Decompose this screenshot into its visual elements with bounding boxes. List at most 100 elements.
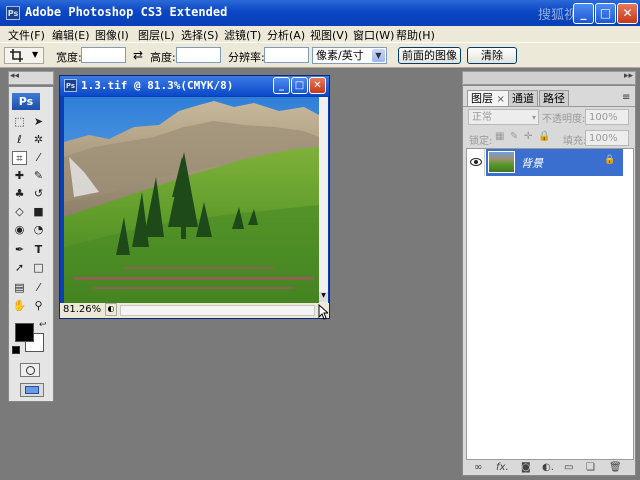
fx-icon[interactable]: fx. [496,462,509,473]
layer-row-background[interactable]: 背景 🔒 [486,149,623,176]
healing-brush-tool-icon[interactable]: ✚ [12,169,27,183]
link-layers-icon[interactable]: ∞ [474,462,482,473]
pen-tool-icon[interactable]: ✒ [12,243,27,257]
crop-tool-icon[interactable]: ⌗ [12,151,27,165]
panel-menu-icon[interactable]: ≡ [622,92,630,103]
mouse-cursor-icon [318,304,328,320]
zoom-level[interactable]: 81.26% [63,304,101,315]
move-tool-icon[interactable]: ➤ [31,115,46,129]
clear-button[interactable]: 清除 [467,47,517,64]
front-image-button[interactable]: 前面的图像 [398,47,461,64]
menu-file[interactable]: 文件(F) [8,27,45,43]
layer-name[interactable]: 背景 [521,155,543,171]
brush-tool-icon[interactable]: ✎ [31,169,46,183]
menu-filter[interactable]: 滤镜(T) [224,27,261,43]
clone-stamp-tool-icon[interactable]: ♣ [12,187,27,201]
opacity-input[interactable]: 100% [585,109,629,125]
lasso-tool-icon[interactable]: ℓ [12,133,27,147]
fill-input[interactable]: 100% [585,130,629,146]
default-colors-icon[interactable] [12,346,20,354]
layer-visibility-toggle[interactable] [467,149,485,176]
tab-paths[interactable]: 路径 [539,90,569,106]
hand-tool-icon[interactable]: ✋ [12,299,27,313]
menu-view[interactable]: 视图(V) [310,27,348,43]
document-window[interactable]: Ps 1.3.tif @ 81.3%(CMYK/8) _ □ ✕ ▼ 81.26… [59,75,330,319]
document-maximize-button[interactable]: □ [291,77,308,94]
adjustment-layer-icon[interactable]: ◐. [542,462,554,473]
resolution-label: 分辨率: [228,51,265,64]
quick-mask-button[interactable] [20,363,40,377]
menu-analysis[interactable]: 分析(A) [267,27,305,43]
minimize-button[interactable]: _ [573,3,594,24]
layers-bottom-toolbar: ∞ fx. ◙ ◐. ▭ ❏ 🗑 [466,462,634,476]
status-menu-icon[interactable]: ◐ [105,303,117,316]
menu-help[interactable]: 帮助(H) [396,27,435,43]
resolution-input[interactable] [264,47,309,63]
document-close-button[interactable]: ✕ [309,77,326,94]
eye-icon [470,158,482,166]
lock-transparency-icon[interactable]: ▦ [495,131,504,142]
menu-edit[interactable]: 编辑(E) [52,27,90,43]
app-title-bar[interactable]: Ps Adobe Photoshop CS3 Extended 搜狐视频 _ □… [0,0,640,26]
document-title-bar[interactable]: Ps 1.3.tif @ 81.3%(CMYK/8) _ □ ✕ [60,76,329,96]
document-minimize-button[interactable]: _ [273,77,290,94]
toolbox-header[interactable]: ◂◂ [8,71,54,85]
chevron-down-icon: ▼ [32,50,39,59]
scroll-down-arrow-icon[interactable]: ▼ [319,292,328,302]
lock-pixels-icon[interactable]: ✎ [510,131,518,142]
toolbox-logo[interactable]: Ps [12,93,40,110]
lock-all-icon[interactable]: 🔒 [538,131,550,142]
new-group-icon[interactable]: ▭ [564,462,573,473]
document-status-bar: 81.26% ◐ [60,303,329,318]
tool-preset-picker[interactable]: ▼ [4,47,44,64]
tab-layers[interactable]: 图层 × [467,90,509,106]
path-selection-tool-icon[interactable]: ➚ [12,261,27,275]
dodge-tool-icon[interactable]: ◔ [31,223,46,237]
shape-tool-icon[interactable]: □ [31,261,46,275]
swap-colors-icon[interactable]: ↩ [39,320,47,330]
eyedropper-slice-tool-icon[interactable]: ⁄ [31,151,46,165]
gradient-tool-icon[interactable]: ■ [31,205,46,219]
foreground-color-swatch[interactable] [15,323,34,342]
image-canvas[interactable] [64,97,319,303]
lock-position-icon[interactable]: ✛ [524,131,532,142]
height-input[interactable] [176,47,221,63]
blend-mode-value: 正常 [472,112,492,123]
eyedropper-tool-icon[interactable]: ⁄ [31,281,46,295]
menu-window[interactable]: 窗口(W) [353,27,394,43]
maximize-button[interactable]: □ [595,3,616,24]
add-mask-icon[interactable]: ◙ [521,462,531,473]
fill-label: 填充: [563,136,587,147]
notes-tool-icon[interactable]: ▤ [12,281,27,295]
collapse-arrows-icon[interactable]: ◂◂ [10,71,19,81]
unit-select[interactable]: 像素/英寸 ▼ [312,47,387,64]
new-layer-icon[interactable]: ❏ [586,462,595,473]
panel-dock-header[interactable]: ▸▸ [462,71,636,85]
marquee-tool-icon[interactable]: ⬚ [12,115,27,129]
expand-arrows-icon[interactable]: ▸▸ [624,71,633,81]
menu-layer[interactable]: 图层(L) [138,27,175,43]
swap-icon[interactable]: ⇄ [133,48,143,62]
layer-thumbnail [488,151,515,173]
history-brush-tool-icon[interactable]: ↺ [31,187,46,201]
close-button[interactable]: ✕ [617,3,638,24]
type-tool-icon[interactable]: T [31,243,46,257]
unit-select-value: 像素/英寸 [316,49,364,62]
screen-mode-button[interactable] [20,383,44,397]
menu-image[interactable]: 图像(I) [95,27,129,43]
blend-mode-select[interactable]: 正常 ▾ [468,109,539,125]
layers-panel: 图层 × 通道 路径 ≡ 正常 ▾ 不透明度: 100% 锁定: ▦ ✎ ✛ 🔒… [462,85,636,476]
mountain-meadow-photo [64,97,319,303]
trash-icon[interactable]: 🗑 [609,462,622,473]
options-bar: ▼ 宽度: ⇄ 高度: 分辨率: 像素/英寸 ▼ 前面的图像 清除 [0,42,640,68]
magic-wand-tool-icon[interactable]: ✲ [31,133,46,147]
close-tab-icon[interactable]: × [497,94,505,105]
menu-select[interactable]: 选择(S) [181,27,219,43]
eraser-tool-icon[interactable]: ◇ [12,205,27,219]
vertical-scrollbar[interactable]: ▼ [319,97,328,303]
tab-channels[interactable]: 通道 [508,90,538,106]
zoom-tool-icon[interactable]: ⚲ [31,299,46,313]
width-input[interactable] [81,47,126,63]
blur-tool-icon[interactable]: ◉ [12,223,27,237]
horizontal-scrollbar[interactable] [120,305,315,316]
